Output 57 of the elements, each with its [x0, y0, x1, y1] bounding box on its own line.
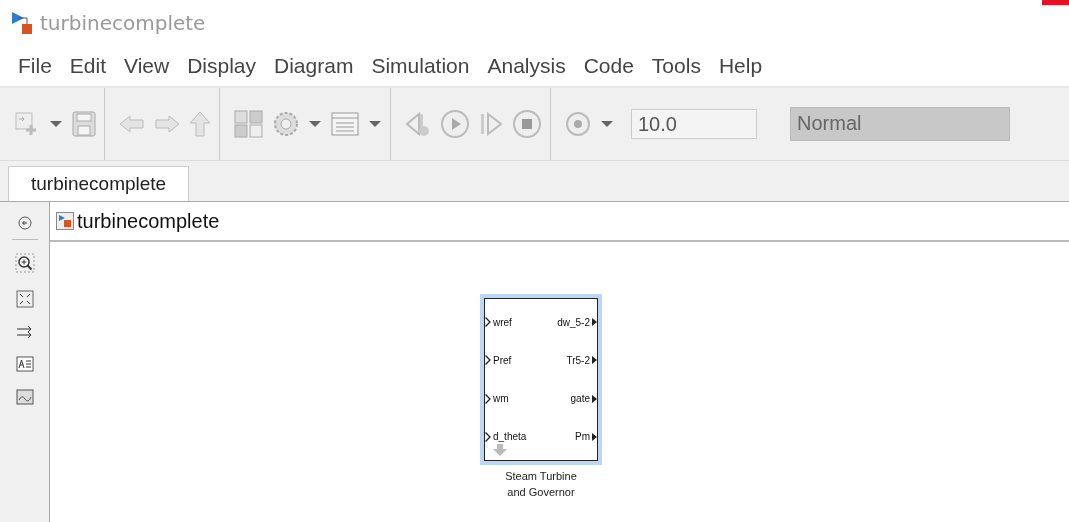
zoom-icon[interactable] [14, 253, 35, 273]
port-label: Pm [575, 431, 590, 443]
step-forward-icon[interactable] [479, 111, 503, 137]
save-icon[interactable] [72, 111, 96, 137]
output-port-icon [592, 356, 597, 365]
stop-time-field[interactable]: 10.0 [631, 109, 757, 139]
library-icon[interactable] [234, 110, 264, 138]
menu-item[interactable]: Diagram [274, 54, 354, 78]
block-name: and Governor [507, 485, 575, 500]
caret-icon[interactable] [368, 119, 382, 129]
stop-icon[interactable] [512, 109, 542, 139]
forward-arrow-icon[interactable] [154, 114, 180, 134]
annotation-icon[interactable] [15, 356, 34, 372]
caret-icon[interactable] [308, 119, 322, 129]
port-label: Tr5-2 [566, 354, 590, 366]
input-port-icon [485, 355, 491, 366]
caret-icon[interactable] [49, 119, 63, 129]
model-icon [10, 10, 34, 36]
window-title: turbinecomplete [40, 11, 206, 35]
hide-browser-icon[interactable] [17, 216, 32, 230]
port-label: wm [493, 393, 509, 405]
output-port-icon [592, 432, 597, 441]
menu-item[interactable]: Code [583, 54, 634, 78]
mask-arrow-icon [493, 444, 507, 456]
input-port-icon [485, 317, 491, 328]
image-icon[interactable] [15, 389, 34, 405]
play-icon[interactable] [440, 109, 470, 139]
menu-item[interactable]: Help [718, 54, 763, 78]
output-port-icon [592, 318, 597, 327]
menu-item[interactable]: Tools [651, 54, 701, 78]
menu-item[interactable]: Simulation [371, 54, 470, 78]
step-back-icon[interactable] [405, 110, 431, 138]
fit-view-icon[interactable] [15, 290, 34, 308]
menu-item[interactable]: Edit [69, 54, 107, 78]
port-label: gate [570, 393, 590, 405]
port-label: d_theta [493, 431, 527, 443]
table-icon[interactable] [331, 112, 359, 136]
menu-item[interactable]: Display [187, 54, 257, 78]
menu-item[interactable]: View [124, 54, 170, 78]
port-label: dw_5-2 [557, 316, 590, 328]
model-icon [56, 212, 74, 230]
caret-icon[interactable] [600, 119, 614, 129]
back-arrow-icon[interactable] [119, 114, 145, 134]
menu-item[interactable]: Analysis [487, 54, 566, 78]
menu-item[interactable]: File [18, 54, 52, 78]
up-arrow-icon[interactable] [189, 111, 211, 137]
port-label: Pref [493, 354, 512, 366]
record-icon[interactable] [565, 111, 591, 137]
port-label: wref [493, 316, 512, 328]
gear-icon[interactable] [273, 111, 299, 137]
breadcrumb-link[interactable]: turbinecomplete [77, 209, 220, 233]
block-name: Steam Turbine [505, 469, 577, 484]
input-port-icon [485, 393, 491, 404]
output-port-icon [592, 394, 597, 403]
input-port-icon [485, 431, 491, 442]
arrows-icon[interactable] [15, 325, 34, 339]
model-tab[interactable]: turbinecomplete [8, 166, 190, 201]
